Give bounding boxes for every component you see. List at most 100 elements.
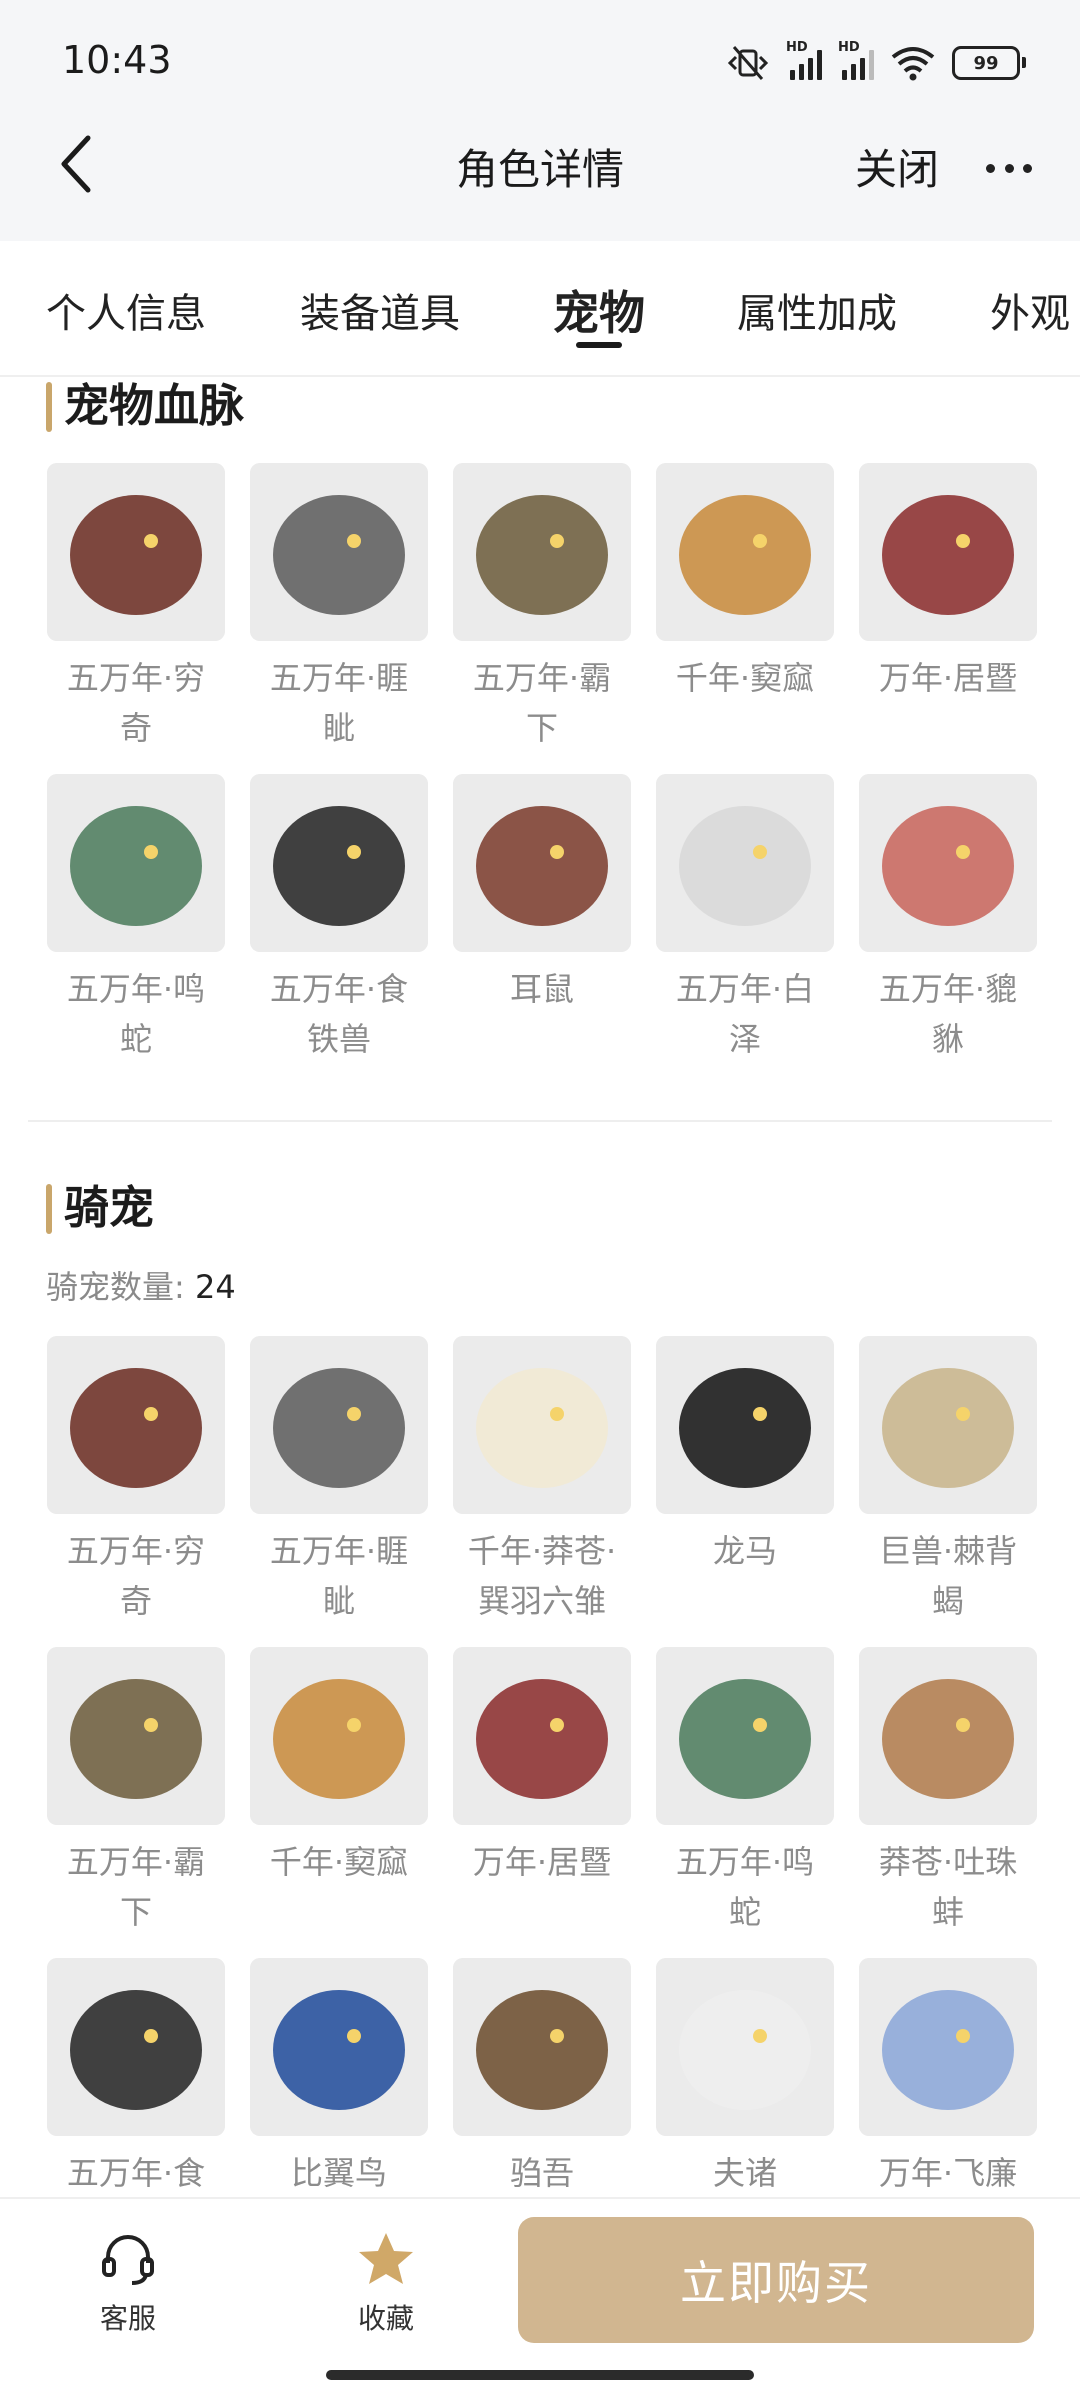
back-button[interactable] (52, 130, 102, 200)
star-icon (359, 2233, 413, 2284)
bloodline-item-label: 五万年·食铁兽 (269, 970, 409, 1058)
mount-longma-icon (656, 1336, 834, 1514)
mount-scorpion-icon (859, 1336, 1037, 1514)
more-dot-icon (1023, 163, 1032, 173)
mute-vibrate-icon (727, 46, 769, 80)
tab-equipment[interactable]: 装备道具 (300, 281, 460, 339)
mount-item[interactable]: 五万年·食 (46, 1958, 226, 2198)
mount-panda-icon (47, 1958, 225, 2136)
bloodline-item[interactable]: 五万年·白泽 (655, 774, 835, 1064)
home-indicator (326, 2370, 754, 2380)
mount-clam-icon (859, 1647, 1037, 1825)
customer-service-label: 客服 (99, 2302, 156, 2335)
mount-item-label: 千年·莽苍·巽羽六雏 (467, 1532, 617, 1620)
mount-item[interactable]: 千年·莽苍·巽羽六雏 (452, 1336, 632, 1626)
tab-bar: 个人信息 装备道具 宠物 属性加成 外观 (0, 241, 1080, 377)
mount-count: 骑宠数量: 24 (46, 1262, 236, 1308)
signal-2-icon: HD (838, 40, 874, 80)
mount-item-label: 千年·窫窳 (269, 1843, 409, 1881)
mount-mingshe-icon (656, 1647, 834, 1825)
bloodline-item[interactable]: 五万年·穷奇 (46, 463, 226, 753)
mount-fuzhu-icon (656, 1958, 834, 2136)
mount-item-label: 万年·居暨 (472, 1843, 612, 1881)
tab-attributes[interactable]: 属性加成 (737, 281, 897, 339)
headset-icon (102, 2235, 154, 2285)
mount-item[interactable]: 五万年·睚眦 (249, 1336, 429, 1626)
mount-item[interactable]: 万年·飞廉 (858, 1958, 1038, 2198)
mount-item-label: 夫诸 (712, 2154, 777, 2192)
mount-item-label: 五万年·鸣蛇 (675, 1843, 815, 1931)
bloodline-item-label: 五万年·白泽 (675, 970, 815, 1058)
mount-item-label: 万年·飞廉 (878, 2154, 1018, 2192)
pet-baxia-icon (453, 463, 631, 641)
bloodline-item[interactable]: 万年·居暨 (858, 463, 1038, 703)
bloodline-item-label: 五万年·穷奇 (66, 659, 206, 747)
pet-baize-icon (656, 774, 834, 952)
active-tab-indicator (576, 342, 622, 348)
buy-now-button[interactable]: 立即购买 (518, 2217, 1034, 2343)
mount-item[interactable]: 驺吾 (452, 1958, 632, 2198)
mount-item[interactable]: 万年·居暨 (452, 1647, 632, 1887)
bloodline-item-label: 万年·居暨 (878, 659, 1018, 697)
favorite-button[interactable]: 收藏 (326, 2229, 446, 2337)
mount-juji-icon (453, 1647, 631, 1825)
bloodline-item[interactable]: 五万年·鸣蛇 (46, 774, 226, 1064)
more-options-button[interactable] (986, 148, 1032, 188)
pet-yayu-icon (656, 463, 834, 641)
bloodline-item[interactable]: 千年·窫窳 (655, 463, 835, 703)
mount-item[interactable]: 五万年·穷奇 (46, 1336, 226, 1626)
bloodline-item[interactable]: 五万年·睚眦 (249, 463, 429, 753)
bloodline-item[interactable]: 五万年·霸下 (452, 463, 632, 753)
bloodline-item[interactable]: 耳鼠 (452, 774, 632, 1014)
mount-biyi-icon (250, 1958, 428, 2136)
mount-chick-icon (453, 1336, 631, 1514)
section-divider (28, 1120, 1052, 1122)
close-button[interactable]: 关闭 (855, 136, 939, 197)
mount-item-label: 五万年·霸下 (66, 1843, 206, 1931)
pet-mingshe-icon (47, 774, 225, 952)
more-dot-icon (986, 163, 995, 173)
hd-label: HD (786, 40, 808, 55)
section-title-bloodline: 宠物血脉 (46, 380, 244, 432)
mount-item[interactable]: 龙马 (655, 1336, 835, 1576)
tab-pets[interactable]: 宠物 (553, 277, 645, 343)
signal-1-icon: HD (786, 40, 822, 80)
pet-qiongqi-icon (47, 463, 225, 641)
pet-yazi-icon (250, 463, 428, 641)
mount-yayu-icon (250, 1647, 428, 1825)
mount-item-label: 龙马 (712, 1532, 777, 1570)
tab-personal-info[interactable]: 个人信息 (46, 281, 206, 339)
favorite-label: 收藏 (357, 2302, 414, 2335)
mount-item-label: 五万年·穷奇 (66, 1532, 206, 1620)
hd-label: HD (838, 40, 860, 55)
tab-appearance[interactable]: 外观 (990, 281, 1070, 339)
pet-pixiu-icon (859, 774, 1037, 952)
mount-feilian-icon (859, 1958, 1037, 2136)
bloodline-item-label: 五万年·睚眦 (269, 659, 409, 747)
status-time: 10:43 (62, 38, 172, 82)
mount-item[interactable]: 莽苍·吐珠蚌 (858, 1647, 1038, 1937)
wifi-icon (891, 47, 935, 81)
mount-item[interactable]: 五万年·鸣蛇 (655, 1647, 835, 1937)
mount-item[interactable]: 比翼鸟 (249, 1958, 429, 2198)
mount-item[interactable]: 巨兽·棘背蝎 (858, 1336, 1038, 1626)
mount-count-value: 24 (194, 1268, 236, 1306)
mount-yazi-icon (250, 1336, 428, 1514)
mount-qiongqi-icon (47, 1336, 225, 1514)
mount-item[interactable]: 夫诸 (655, 1958, 835, 2198)
mount-item-label: 五万年·食 (66, 2154, 206, 2192)
more-dot-icon (1004, 163, 1014, 173)
section-title-mounts: 骑宠 (46, 1182, 154, 1234)
mount-item-label: 莽苍·吐珠蚌 (878, 1843, 1018, 1931)
mount-item-label: 巨兽·棘背蝎 (878, 1532, 1018, 1620)
bloodline-item-label: 千年·窫窳 (675, 659, 815, 697)
mount-item[interactable]: 五万年·霸下 (46, 1647, 226, 1937)
mount-baxia-icon (47, 1647, 225, 1825)
bloodline-item[interactable]: 五万年·食铁兽 (249, 774, 429, 1064)
bloodline-item[interactable]: 五万年·貔貅 (858, 774, 1038, 1064)
battery-icon: 99 (952, 46, 1026, 80)
top-area: 10:43 HD HD 99 角色详情 关闭 (0, 0, 1080, 241)
customer-service-button[interactable]: 客服 (68, 2229, 188, 2337)
mount-count-label: 骑宠数量: (46, 1268, 185, 1306)
mount-item[interactable]: 千年·窫窳 (249, 1647, 429, 1887)
